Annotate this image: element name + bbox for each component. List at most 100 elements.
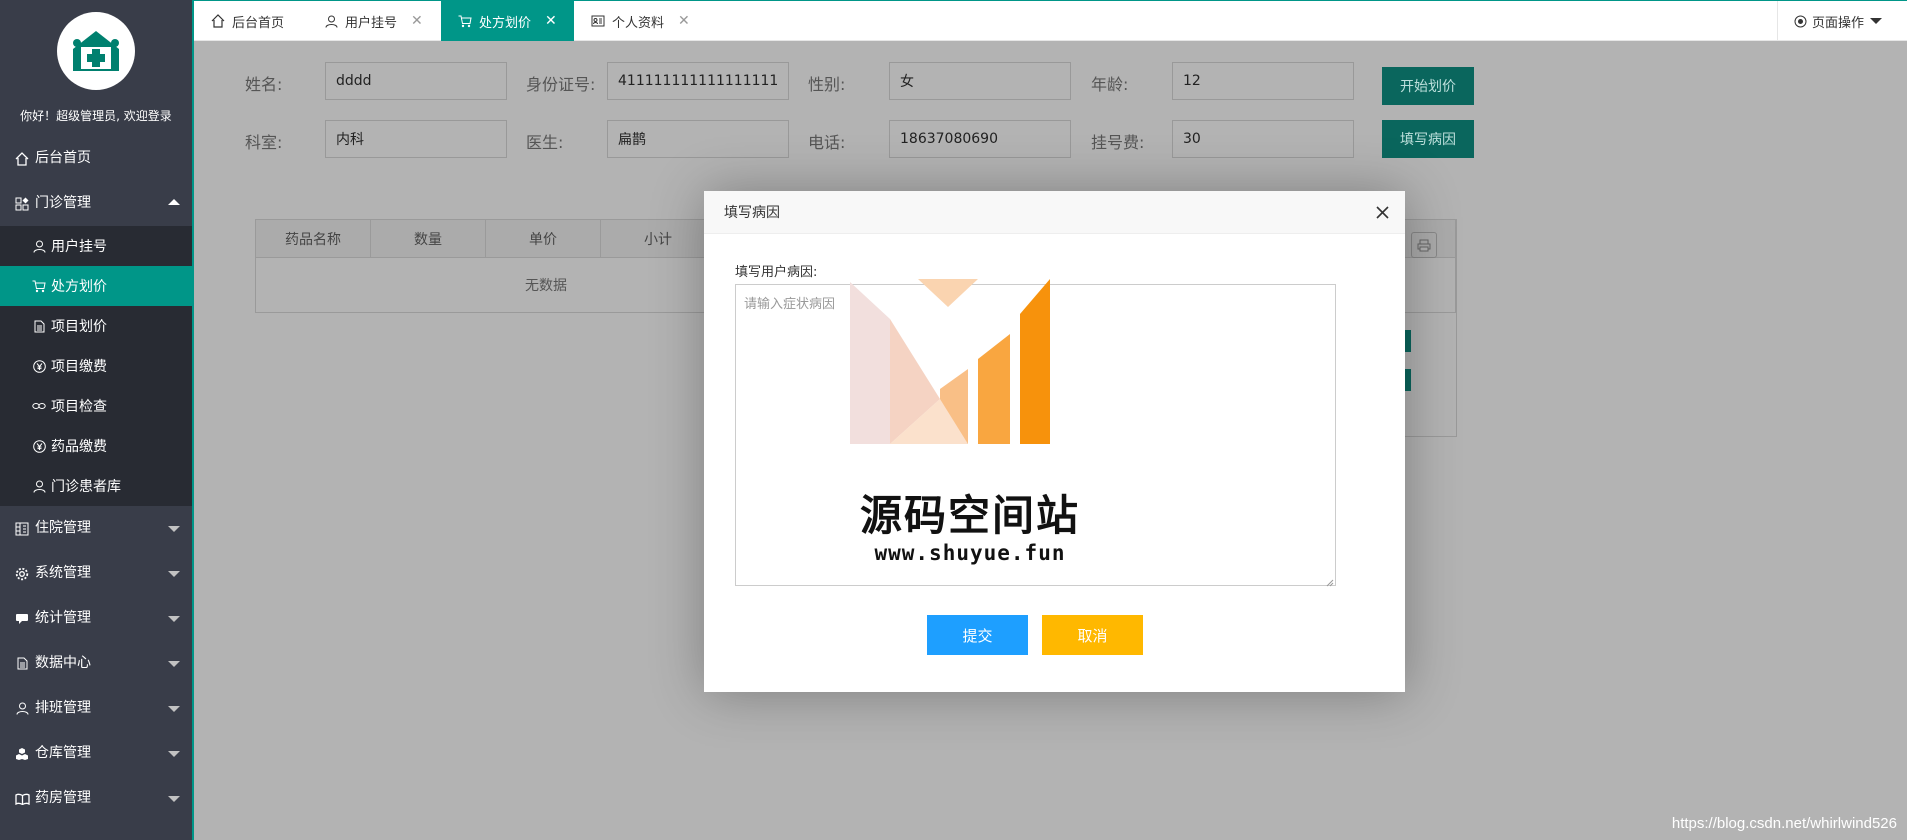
- watermark-title: 源码空间站: [859, 491, 1080, 540]
- cart-icon: [32, 279, 46, 293]
- sidebar-group-label: 住院管理: [35, 520, 91, 536]
- dialog-title: 填写病因: [704, 191, 1405, 234]
- sidebar-item-registration[interactable]: 用户挂号: [0, 226, 192, 266]
- cause-label: 填写用户病因:: [735, 265, 818, 280]
- sidebar-group-label: 仓库管理: [35, 745, 91, 761]
- sidebar-item-label: 用户挂号: [51, 239, 107, 255]
- tab-label: 后台首页: [232, 15, 285, 31]
- fill-cause-dialog: 填写病因 填写用户病因: 请输入症状病因 源码空间站 www.shuyue.fu…: [704, 191, 1405, 692]
- home-icon: [210, 13, 226, 29]
- tab-bar: 后台首页 用户挂号 ✕ 处方划价 ✕ 个人资料 ✕ 页面操作: [194, 0, 1907, 41]
- user-icon: [32, 479, 46, 493]
- print-icon[interactable]: [1411, 232, 1437, 258]
- chevron-down-icon: [168, 751, 180, 757]
- sidebar-group-statistics[interactable]: 统计管理: [0, 596, 192, 641]
- sidebar-group-outpatient[interactable]: 门诊管理: [0, 181, 192, 226]
- chevron-down-icon: [168, 661, 180, 667]
- outpatient-submenu: 用户挂号 处方划价 项目划价 项目缴费 项目检查 药品缴费 门诊患者库: [0, 226, 192, 506]
- page-operations-dropdown[interactable]: 页面操作: [1777, 1, 1907, 41]
- phone-field[interactable]: 18637080690: [889, 120, 1071, 158]
- sidebar-item-label: 后台首页: [35, 150, 91, 166]
- sidebar-group-inpatient[interactable]: 住院管理: [0, 506, 192, 551]
- gender-label: 性别:: [808, 75, 846, 94]
- tab-profile[interactable]: 个人资料 ✕: [574, 1, 694, 41]
- close-tab-icon[interactable]: ✕: [545, 13, 557, 29]
- chevron-down-icon: [168, 616, 180, 622]
- document-icon: [32, 319, 46, 333]
- close-tab-icon[interactable]: ✕: [678, 13, 690, 29]
- tab-registration[interactable]: 用户挂号 ✕: [307, 1, 441, 41]
- sidebar-item-label: 处方划价: [51, 279, 107, 295]
- hospital-logo-icon: [57, 12, 135, 90]
- chevron-down-icon: [168, 571, 180, 577]
- sidebar-item-patient-library[interactable]: 门诊患者库: [0, 466, 192, 506]
- sidebar-header: 你好！超级管理员, 欢迎登录: [0, 0, 192, 136]
- cart-icon: [457, 13, 473, 29]
- sidebar-item-project-payment[interactable]: 项目缴费: [0, 346, 192, 386]
- name-label: 姓名:: [245, 75, 283, 94]
- fill-cause-button[interactable]: 填写病因: [1382, 120, 1474, 158]
- column-header[interactable]: 药品名称: [256, 220, 371, 257]
- link-icon: [32, 399, 46, 413]
- sidebar-item-home[interactable]: 后台首页: [0, 136, 192, 181]
- sidebar-group-label: 排班管理: [35, 700, 91, 716]
- yen-icon: [32, 359, 46, 373]
- doctor-field[interactable]: 扁鹊: [607, 120, 789, 158]
- age-label: 年龄:: [1091, 75, 1129, 94]
- sidebar-item-project-check[interactable]: 项目检查: [0, 386, 192, 426]
- grid-icon: [14, 196, 30, 212]
- tab-home[interactable]: 后台首页: [194, 1, 307, 41]
- close-tab-icon[interactable]: ✕: [411, 13, 423, 29]
- id-label: 身份证号:: [526, 75, 596, 94]
- column-header[interactable]: 单价: [486, 220, 601, 257]
- sidebar-group-label: 统计管理: [35, 610, 91, 626]
- sidebar-item-project-pricing[interactable]: 项目划价: [0, 306, 192, 346]
- sidebar-group-label: 门诊管理: [35, 195, 91, 211]
- sidebar-group-data-center[interactable]: 数据中心: [0, 641, 192, 686]
- chevron-down-icon: [168, 796, 180, 802]
- gender-field[interactable]: 女: [889, 62, 1071, 100]
- sidebar-item-label: 项目缴费: [51, 359, 107, 375]
- chevron-down-icon: [1870, 18, 1883, 24]
- sidebar-group-label: 药房管理: [35, 790, 91, 806]
- tab-prescription-pricing[interactable]: 处方划价 ✕: [441, 1, 574, 41]
- sidebar-group-system[interactable]: 系统管理: [0, 551, 192, 596]
- sidebar-item-label: 项目划价: [51, 319, 107, 335]
- start-pricing-button[interactable]: 开始划价: [1382, 67, 1474, 105]
- sidebar: 你好！超级管理员, 欢迎登录 后台首页 门诊管理 用户挂号 处方划价 项目划价 …: [0, 0, 194, 840]
- gear-icon: [14, 566, 30, 582]
- watermark: 源码空间站 www.shuyue.fun: [850, 279, 1090, 579]
- tab-label: 处方划价: [479, 15, 532, 31]
- fee-field[interactable]: 30: [1172, 120, 1354, 158]
- cube-icon: [14, 746, 30, 762]
- sidebar-item-prescription-pricing[interactable]: 处方划价: [0, 266, 192, 306]
- welcome-text: 你好！超级管理员, 欢迎登录: [20, 109, 172, 123]
- cancel-button[interactable]: 取消: [1042, 615, 1143, 655]
- dept-field[interactable]: 内科: [325, 120, 507, 158]
- chevron-down-icon: [168, 526, 180, 532]
- tab-label: 个人资料: [612, 15, 665, 31]
- id-field[interactable]: 411111111111111111: [607, 62, 789, 100]
- age-field[interactable]: 12: [1172, 62, 1354, 100]
- chat-icon: [14, 611, 30, 627]
- user-icon: [14, 701, 30, 717]
- sidebar-group-warehouse[interactable]: 仓库管理: [0, 731, 192, 776]
- sidebar-group-schedule[interactable]: 排班管理: [0, 686, 192, 731]
- yen-icon: [32, 439, 46, 453]
- sidebar-item-drug-payment[interactable]: 药品缴费: [0, 426, 192, 466]
- sidebar-group-pharmacy[interactable]: 药房管理: [0, 776, 192, 821]
- sidebar-group-label: 数据中心: [35, 655, 91, 671]
- user-icon: [323, 13, 339, 29]
- column-header[interactable]: 小计: [601, 220, 716, 257]
- chevron-up-icon: [168, 199, 180, 205]
- close-icon[interactable]: [1373, 203, 1391, 221]
- submit-button[interactable]: 提交: [927, 615, 1028, 655]
- sidebar-group-label: 系统管理: [35, 565, 91, 581]
- home-icon: [14, 151, 30, 167]
- tab-label: 用户挂号: [345, 15, 398, 31]
- column-header[interactable]: 数量: [371, 220, 486, 257]
- resize-handle-icon[interactable]: [1326, 576, 1334, 587]
- name-field[interactable]: dddd: [325, 62, 507, 100]
- user-icon: [32, 239, 46, 253]
- document-icon: [14, 656, 30, 672]
